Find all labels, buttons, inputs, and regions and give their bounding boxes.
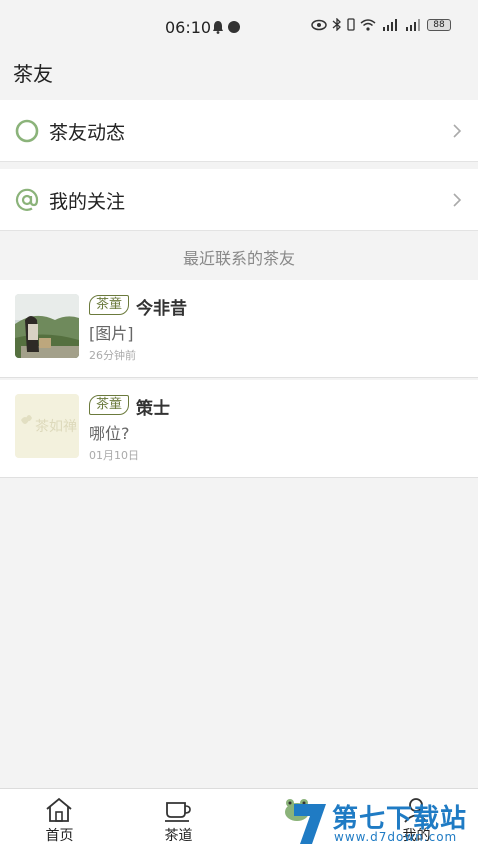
contact-list-item[interactable]: 茶童 今非昔 [图片] 26分钟前	[0, 280, 478, 378]
chevron-right-icon	[453, 193, 462, 207]
signal-2-icon	[406, 18, 420, 31]
circle-icon	[15, 119, 39, 143]
avatar[interactable]	[15, 294, 79, 358]
level-badge: 茶童	[89, 395, 130, 415]
page-title: 茶友	[13, 62, 53, 86]
menu-item-moments[interactable]: 茶友动态	[0, 100, 478, 162]
watermark-logo-icon	[293, 804, 326, 844]
teacup-icon	[165, 802, 191, 822]
app-notification-icon	[228, 21, 240, 33]
status-icons: 88	[311, 18, 451, 31]
notification-bell-icon	[213, 21, 223, 34]
vibrate-icon	[347, 18, 355, 31]
section-title: 最近联系的茶友	[182, 249, 295, 268]
menu-item-label: 茶友动态	[49, 122, 126, 144]
contact-name: 策士	[136, 399, 170, 419]
avatar[interactable]: 茶如禅	[15, 394, 79, 458]
message-time: 01月10日	[89, 449, 139, 462]
wifi-icon	[360, 18, 376, 31]
status-bar: 06:10 88	[0, 0, 478, 52]
photo-avatar-image	[15, 294, 79, 358]
level-badge: 茶童	[89, 295, 130, 315]
tab-tea-way[interactable]: 茶道	[119, 789, 238, 850]
message-time: 26分钟前	[89, 349, 136, 362]
last-message: [图片]	[89, 324, 134, 343]
chevron-right-icon	[453, 124, 462, 138]
watermark-url: www.d7down.com	[334, 830, 458, 844]
tab-label: 首页	[45, 828, 74, 844]
contact-name: 今非昔	[136, 299, 187, 319]
eye-icon	[311, 19, 327, 30]
signal-icon	[383, 18, 397, 31]
house-icon	[46, 797, 72, 822]
battery-indicator: 88	[427, 18, 451, 31]
bluetooth-icon	[332, 18, 341, 31]
menu-item-following[interactable]: 我的关注	[0, 169, 478, 231]
menu-item-label: 我的关注	[49, 191, 126, 213]
tab-label: 茶道	[164, 828, 193, 844]
placeholder-logo-text: 茶如禅	[35, 419, 77, 435]
at-icon	[15, 188, 39, 211]
contact-list-item[interactable]: 茶如禅 茶童 策士 哪位? 01月10日	[0, 380, 478, 478]
tab-home[interactable]: 首页	[0, 789, 119, 850]
status-time: 06:10	[165, 18, 212, 37]
watermark: 第七下载站 www.d7down.com	[290, 800, 476, 850]
last-message: 哪位?	[89, 424, 130, 443]
